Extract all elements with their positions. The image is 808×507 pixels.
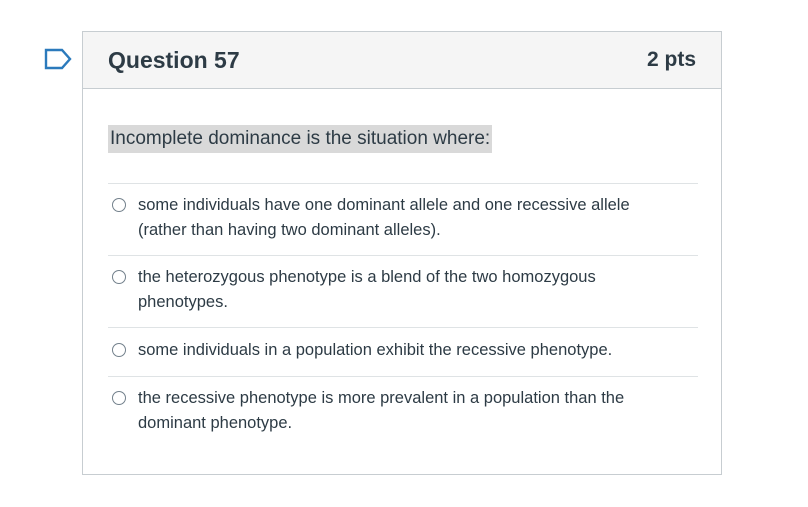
answer-label[interactable]: some individuals in a population exhibit… [138,338,658,363]
radio-button[interactable] [112,343,126,357]
question-points: 2 pts [646,48,696,71]
question-title: Question 57 [108,46,240,73]
answer-option[interactable]: the recessive phenotype is more prevalen… [108,376,698,448]
answer-list: some individuals have one dominant allel… [108,183,698,448]
answer-option[interactable]: some individuals in a population exhibit… [108,327,698,376]
radio-button[interactable] [112,198,126,212]
answer-option[interactable]: some individuals have one dominant allel… [108,183,698,255]
answer-label[interactable]: the heterozygous phenotype is a blend of… [138,265,658,315]
answer-label[interactable]: some individuals have one dominant allel… [138,193,658,243]
answer-label[interactable]: the recessive phenotype is more prevalen… [138,386,658,436]
bookmark-flag-icon[interactable] [44,48,72,70]
question-prompt: Incomplete dominance is the situation wh… [108,125,493,153]
answer-option[interactable]: the heterozygous phenotype is a blend of… [108,255,698,327]
question-card: Question 57 2 pts Incomplete dominance i… [82,31,722,475]
radio-button[interactable] [112,391,126,405]
question-header: Question 57 2 pts [83,32,721,89]
question-body: Incomplete dominance is the situation wh… [83,89,721,448]
radio-button[interactable] [112,270,126,284]
